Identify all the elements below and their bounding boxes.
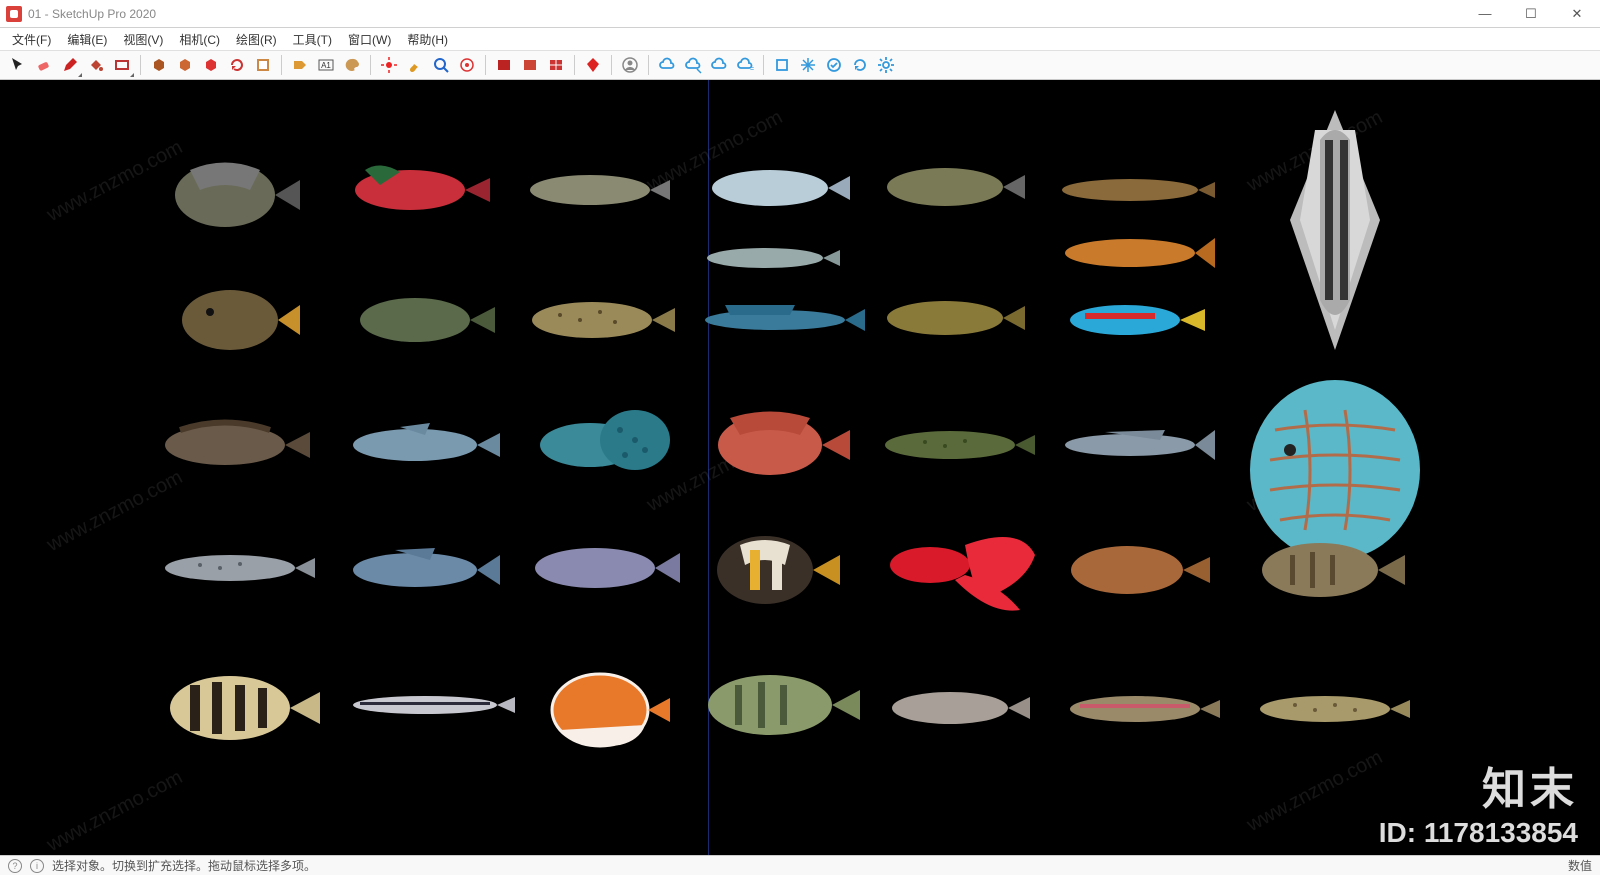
fish-model[interactable] [1250,685,1410,733]
menu-edit[interactable]: 编辑(E) [59,29,115,50]
model-viewport[interactable]: www.znzmo.com www.znzmo.com www.znzmo.co… [0,80,1600,855]
refresh-tool[interactable] [225,53,249,77]
fish-model[interactable] [150,410,310,480]
stamp-tool-2[interactable] [173,53,197,77]
fish-model-angelfish[interactable] [1220,100,1450,360]
stamp-tool-3[interactable] [199,53,223,77]
svg-text:A1: A1 [321,61,331,70]
crop-tool[interactable] [770,53,794,77]
fish-model[interactable] [160,280,300,360]
redbox-tool-1[interactable] [492,53,516,77]
diag-watermark: www.znzmo.com [43,766,186,855]
cloud-up-tool[interactable] [707,53,731,77]
check-clock-tool[interactable] [822,53,846,77]
fish-model[interactable] [160,150,300,240]
stamp-tool-1[interactable] [147,53,171,77]
menu-view[interactable]: 视图(V) [115,29,171,50]
fish-model[interactable] [880,680,1030,735]
snowflake-tool[interactable] [796,53,820,77]
target-tool[interactable] [455,53,479,77]
watermark: 知末 ID: 1178133854 [1379,753,1578,849]
window-maximize-button[interactable]: ☐ [1508,0,1554,28]
status-measure-label: 数值 [1568,857,1592,874]
main-toolbar: A1 = [0,50,1600,80]
fish-model[interactable] [1055,420,1215,470]
fish-model[interactable] [875,158,1025,216]
status-hint: 选择对象。切换到扩充选择。拖动鼠标选择多项。 [52,857,316,874]
fish-model[interactable] [150,660,320,755]
pencil-tool[interactable] [58,53,82,77]
diamond-tool[interactable] [581,53,605,77]
paint-bucket-tool[interactable] [84,53,108,77]
fish-model[interactable] [875,420,1035,470]
text-tool[interactable]: A1 [314,53,338,77]
menu-window[interactable]: 窗口(W) [340,29,399,50]
fish-model[interactable] [520,290,675,350]
watermark-id: ID: 1178133854 [1379,817,1578,849]
cloud-eq-tool[interactable]: = [733,53,757,77]
loop-tool[interactable] [848,53,872,77]
fish-model[interactable] [700,525,840,615]
menu-help[interactable]: 帮助(H) [399,29,456,50]
fish-model[interactable] [870,515,1040,625]
menu-camera[interactable]: 相机(C) [171,29,228,50]
fish-model[interactable] [1055,295,1205,345]
fish-model[interactable] [345,285,495,355]
fish-model[interactable] [690,660,860,750]
menu-tools[interactable]: 工具(T) [285,29,340,50]
fish-model[interactable] [520,535,680,600]
fish-model[interactable] [700,400,850,485]
export-tool[interactable] [251,53,275,77]
menu-bar: 文件(F) 编辑(E) 视图(V) 相机(C) 绘图(R) 工具(T) 窗口(W… [0,28,1600,50]
watermark-brand: 知末 [1379,753,1578,817]
diag-watermark: www.znzmo.com [1243,746,1386,837]
window-title: 01 - SketchUp Pro 2020 [28,7,156,21]
fish-model[interactable] [520,400,680,485]
select-tool[interactable] [6,53,30,77]
status-help-icon[interactable]: ? [8,859,22,873]
fish-model[interactable] [1055,170,1215,210]
fish-model[interactable] [875,290,1025,345]
brush-tool[interactable] [403,53,427,77]
redbox-tool-2[interactable] [518,53,542,77]
fish-model[interactable] [340,540,500,600]
fish-model[interactable] [1245,530,1405,610]
palette-tool[interactable] [340,53,364,77]
status-info-icon[interactable]: i [30,859,44,873]
window-minimize-button[interactable]: ― [1462,0,1508,28]
menu-file[interactable]: 文件(F) [4,29,59,50]
fish-model[interactable] [700,160,850,215]
cloud-cut-tool[interactable] [681,53,705,77]
app-icon [6,6,22,22]
cloud-link-tool[interactable] [655,53,679,77]
fish-model[interactable] [530,660,670,755]
eraser-tool[interactable] [32,53,56,77]
fish-model[interactable] [340,415,500,475]
rectangle-tool[interactable] [110,53,134,77]
fish-model[interactable] [700,240,840,276]
tag-tool[interactable] [288,53,312,77]
fish-model[interactable] [520,165,670,215]
fish-model[interactable] [345,685,515,725]
menu-draw[interactable]: 绘图(R) [228,29,285,50]
status-bar: ? i 选择对象。切换到扩充选择。拖动鼠标选择多项。 数值 [0,855,1600,875]
fish-model[interactable] [695,295,865,345]
window-close-button[interactable]: ✕ [1554,0,1600,28]
fish-model[interactable] [1060,685,1220,733]
svg-text:=: = [750,66,754,73]
fish-model[interactable] [1055,535,1210,605]
user-tool[interactable] [618,53,642,77]
fish-model[interactable] [1055,230,1215,276]
fish-model[interactable] [340,160,490,220]
sun-tool[interactable] [377,53,401,77]
redgrid-tool[interactable] [544,53,568,77]
gear-tool[interactable] [874,53,898,77]
fish-model[interactable] [155,540,315,595]
zoom-tool[interactable] [429,53,453,77]
